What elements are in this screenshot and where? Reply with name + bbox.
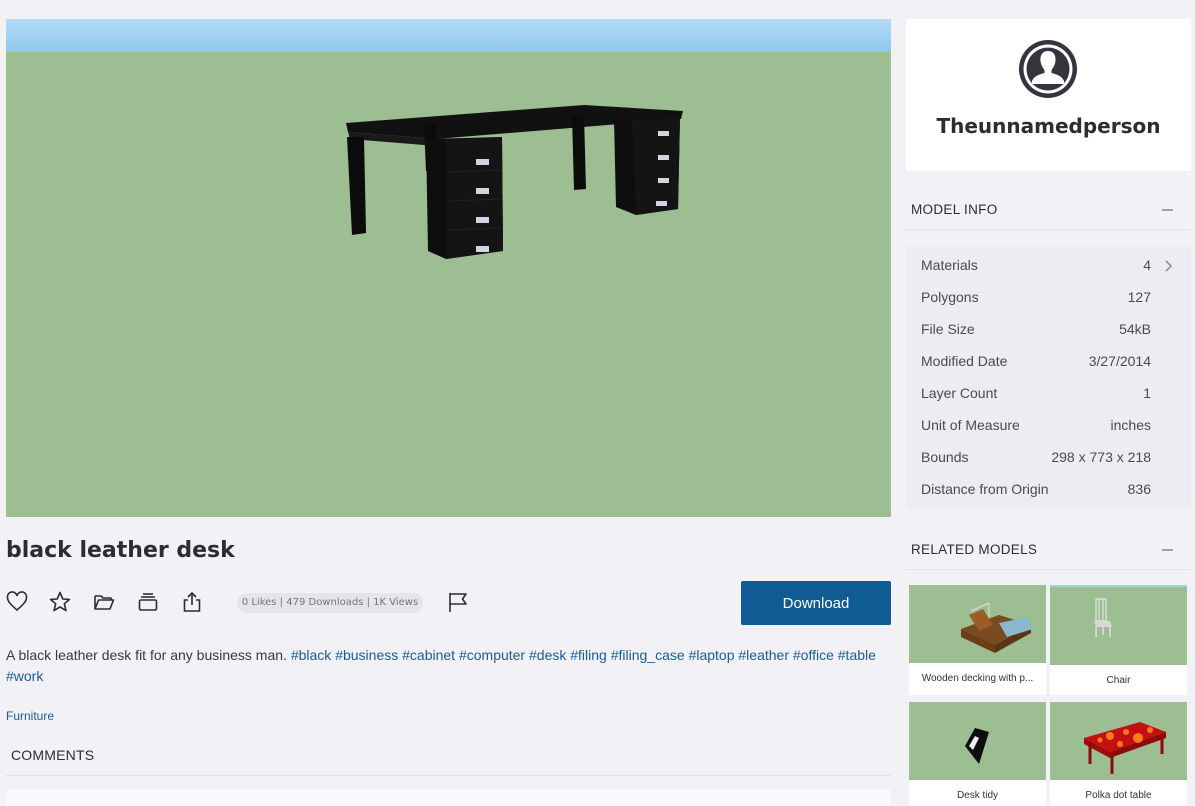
related-model-thumbnail [909,585,1046,663]
category-link[interactable]: Furniture [6,709,54,723]
model-description: A black leather desk fit for any busines… [6,645,891,687]
like-heart-icon[interactable] [6,591,28,613]
tag-link[interactable]: #filing_case [611,647,685,663]
info-key: Polygons [921,289,979,305]
comments-heading: COMMENTS [11,747,95,763]
chevron-right-icon[interactable] [1163,259,1174,273]
model-info-heading: MODEL INFO [911,202,998,217]
info-key: Layer Count [921,385,998,401]
tag-link[interactable]: #laptop [689,647,735,663]
description-text: A black leather desk fit for any busines… [6,647,287,663]
desk-model [346,105,683,259]
add-to-folder-icon[interactable] [93,591,115,613]
related-model-caption: Chair [1106,675,1131,686]
related-models-header[interactable]: RELATED MODELS [906,530,1191,570]
divider [6,775,891,776]
related-model-card[interactable]: Desk tidy [909,702,1046,806]
tag-link[interactable]: #office [793,647,834,663]
model-info-panel: Materials 4 Polygons 127 File Size 54kB … [906,245,1191,509]
tag-link[interactable]: #black [291,647,331,663]
tag-link[interactable]: #cabinet [402,647,455,663]
info-row-materials[interactable]: Materials 4 [906,245,1191,277]
model-title: black leather desk [6,538,235,563]
download-button[interactable]: Download [741,581,891,625]
info-key: Modified Date [921,353,1008,369]
info-key: File Size [921,321,975,337]
favorite-star-icon[interactable] [49,591,71,613]
tag-link[interactable]: #leather [738,647,789,663]
related-model-caption: Wooden decking with p... [921,673,1034,684]
info-key: Bounds [921,449,969,465]
related-model-thumbnail [1050,587,1187,665]
info-row-distance: Distance from Origin 836 [906,469,1191,501]
related-model-caption: Desk tidy [956,790,999,801]
info-row-unit: Unit of Measure inches [906,405,1191,437]
info-value: inches [1110,417,1151,433]
info-value: 3/27/2014 [1088,353,1151,369]
related-model-thumbnail [1050,702,1187,780]
avatar-icon[interactable] [1018,39,1078,99]
info-value: 4 [1143,257,1151,273]
tag-link[interactable]: #work [6,668,43,684]
info-row-file-size: File Size 54kB [906,309,1191,341]
tag-link[interactable]: #business [335,647,398,663]
report-flag-icon[interactable] [447,591,469,613]
info-key: Materials [921,257,978,273]
info-value: 836 [1127,481,1151,497]
info-value: 1 [1143,385,1151,401]
related-model-thumbnail [909,702,1046,780]
info-key: Unit of Measure [921,417,1020,433]
tag-link[interactable]: #computer [459,647,525,663]
author-name[interactable]: Theunnamedperson [906,114,1191,138]
add-to-collection-icon[interactable] [137,591,159,613]
info-row-polygons: Polygons 127 [906,277,1191,309]
info-key: Distance from Origin [921,481,1049,497]
model-viewer[interactable] [6,19,891,517]
info-value: 298 x 773 x 218 [1051,449,1151,465]
tag-link[interactable]: #filing [570,647,607,663]
tag-link[interactable]: #desk [529,647,566,663]
tag-link[interactable]: #table [838,647,876,663]
related-models-heading: RELATED MODELS [911,542,1038,557]
model-stats: 0 Likes | 479 Downloads | 1K Views [237,593,423,613]
info-row-modified-date: Modified Date 3/27/2014 [906,341,1191,373]
related-model-card[interactable]: Polka dot table [1050,702,1187,806]
model-info-header[interactable]: MODEL INFO [906,190,1191,230]
collapse-icon[interactable] [1162,209,1173,211]
author-card: Theunnamedperson [906,19,1191,171]
info-value: 127 [1127,289,1151,305]
related-model-card[interactable]: Wooden decking with p... [909,585,1046,695]
info-row-layer-count: Layer Count 1 [906,373,1191,405]
related-model-card[interactable]: Chair [1050,585,1187,695]
collapse-icon[interactable] [1162,549,1173,551]
comment-input[interactable] [6,790,891,806]
related-model-caption: Polka dot table [1085,790,1152,801]
info-row-bounds: Bounds 298 x 773 x 218 [906,437,1191,469]
info-value: 54kB [1119,321,1151,337]
share-icon[interactable] [181,591,203,613]
